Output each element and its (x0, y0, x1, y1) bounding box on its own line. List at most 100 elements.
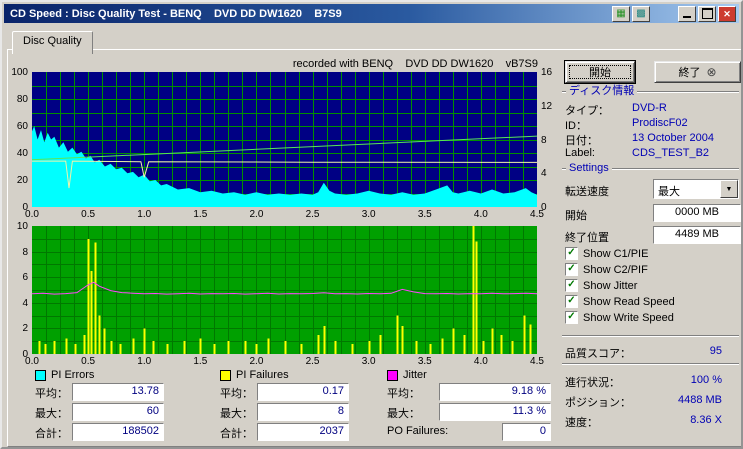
axis-tick: 0.5 (81, 356, 96, 367)
start-position-field[interactable]: 0000 MB (653, 204, 741, 222)
stat-value-box: 8 (257, 403, 349, 421)
disc-id-value: ProdiscF02 (632, 117, 688, 129)
legend-label: PI Errors (51, 369, 95, 381)
checkbox-label: Show C1/PIE (583, 247, 649, 260)
settings-header: Settings (566, 162, 612, 174)
axis-tick: 60 (16, 121, 28, 132)
speed-label: 転送速度 (565, 186, 609, 198)
show-c2pif-checkbox[interactable]: ✓ (565, 263, 578, 276)
minimize-icon (683, 16, 691, 18)
stat-label: 平均： (387, 388, 420, 400)
disc-info-section-header: ディスク情報 (562, 85, 739, 97)
axis-tick: 3.0 (361, 209, 376, 220)
start-button[interactable]: 開始 (565, 61, 635, 83)
pi-errors-swatch (35, 369, 46, 381)
checkbox-label: Show Jitter (583, 279, 638, 292)
stat-value-box: 60 (72, 403, 164, 421)
show-c1pie-checkbox[interactable]: ✓ (565, 247, 578, 260)
check-icon: ✓ (567, 247, 576, 258)
axis-tick: 4.5 (530, 356, 544, 367)
show-c1pie-checkbox-row[interactable]: ✓ Show C1/PIE (565, 247, 648, 260)
start-button-label: 開始 (589, 67, 611, 79)
stat-value-box: 11.3 % (439, 403, 551, 421)
show-read-speed-checkbox[interactable]: ✓ (565, 295, 578, 308)
axis-tick: 1.0 (137, 209, 152, 220)
axis-tick: 4.5 (530, 209, 544, 220)
speed-readout-label: 速度： (565, 417, 598, 429)
stat-value: 2037 (319, 425, 344, 437)
stat-label: 最大： (387, 408, 420, 420)
disc-date-value: 13 October 2004 (632, 132, 714, 144)
maximize-button[interactable] (698, 5, 716, 22)
end-position-value: 4489 MB (674, 228, 720, 240)
stat-value: 188502 (122, 425, 159, 437)
axis-tick: 16 (541, 67, 553, 78)
stat-label: 合計： (35, 428, 68, 440)
title-bar[interactable]: CD Speed : Disc Quality Test - BENQ DVD … (4, 4, 739, 23)
position-value: 4488 MB (677, 394, 722, 406)
stat-value-box: 0.17 (257, 383, 349, 401)
disc-id-label: ID： (565, 120, 587, 132)
stat-value: 0.17 (322, 385, 344, 397)
app-window: CD Speed : Disc Quality Test - BENQ DVD … (0, 0, 743, 449)
axis-tick: 0.5 (81, 209, 96, 220)
axis-tick: 8 (541, 134, 547, 146)
quality-chart (31, 72, 538, 207)
titlebar-tool-button-2[interactable]: ▩ (632, 5, 650, 22)
axis-tick: 4.0 (473, 356, 488, 367)
disc-label-label: Label: (565, 147, 595, 159)
divider (562, 335, 739, 337)
axis-tick: 4 (541, 168, 547, 180)
minimize-button[interactable] (678, 5, 696, 22)
legend-label: Jitter (403, 369, 427, 381)
stat-value: 9.18 % (511, 385, 546, 397)
settings-section-header: Settings (562, 162, 739, 174)
progress-value: 100 % (690, 374, 722, 386)
divider (562, 363, 739, 365)
show-write-speed-checkbox[interactable]: ✓ (565, 311, 578, 324)
quality-score-value: 95 (709, 345, 722, 357)
speed-select[interactable]: 最大 ▼ (653, 179, 739, 199)
end-position-field[interactable]: 4489 MB (653, 226, 741, 244)
stat-value: 8 (337, 405, 344, 417)
jitter-swatch (387, 369, 398, 381)
axis-tick: 1.0 (137, 356, 152, 367)
checkbox-label: Show C2/PIF (583, 263, 648, 276)
show-jitter-checkbox[interactable]: ✓ (565, 279, 578, 292)
show-read-speed-checkbox-row[interactable]: ✓ Show Read Speed (565, 295, 675, 308)
check-icon: ✓ (567, 263, 576, 274)
speed-readout-value: 8.36 X (690, 414, 722, 426)
axis-tick: 4.0 (473, 209, 488, 220)
axis-tick: 6 (22, 272, 28, 284)
disc-label-value: CDS_TEST_B2 (632, 147, 710, 159)
stat-value-box: 13.78 (72, 383, 164, 401)
stat-label: 合計： (220, 428, 253, 440)
show-c2pif-checkbox-row[interactable]: ✓ Show C2/PIF (565, 263, 648, 276)
stat-value: 0 (539, 425, 546, 437)
check-icon: ✓ (567, 295, 576, 306)
axis-tick: 0.0 (25, 356, 39, 367)
exit-button[interactable]: 終了 ⊗ (654, 61, 741, 83)
checkbox-label: Show Read Speed (583, 295, 675, 308)
dropdown-button[interactable]: ▼ (720, 180, 738, 198)
stat-label: 最大： (35, 408, 68, 420)
axis-tick: 12 (541, 100, 553, 112)
close-button[interactable]: ✕ (718, 5, 736, 22)
start-position-value: 0000 MB (674, 206, 720, 218)
show-write-speed-checkbox-row[interactable]: ✓ Show Write Speed (565, 311, 674, 324)
progress-label: 進行状況： (565, 377, 620, 389)
maximize-icon (701, 8, 713, 19)
stat-value-box: 9.18 % (439, 383, 551, 401)
show-jitter-checkbox-row[interactable]: ✓ Show Jitter (565, 279, 637, 292)
disc-type-label: タイプ： (565, 105, 609, 117)
titlebar-tool-button-1[interactable]: ▦ (612, 5, 630, 22)
stat-label: 平均： (220, 388, 253, 400)
stat-value-box: 2037 (257, 423, 349, 441)
stat-label: PO Failures: (387, 425, 449, 437)
axis-tick: 8 (22, 246, 28, 258)
axis-tick: 3.5 (417, 209, 432, 220)
check-icon: ✓ (567, 279, 576, 290)
tab-disc-quality[interactable]: Disc Quality (12, 31, 93, 54)
stat-label: 最大： (220, 408, 253, 420)
speed-select-value: 最大 (658, 186, 680, 198)
